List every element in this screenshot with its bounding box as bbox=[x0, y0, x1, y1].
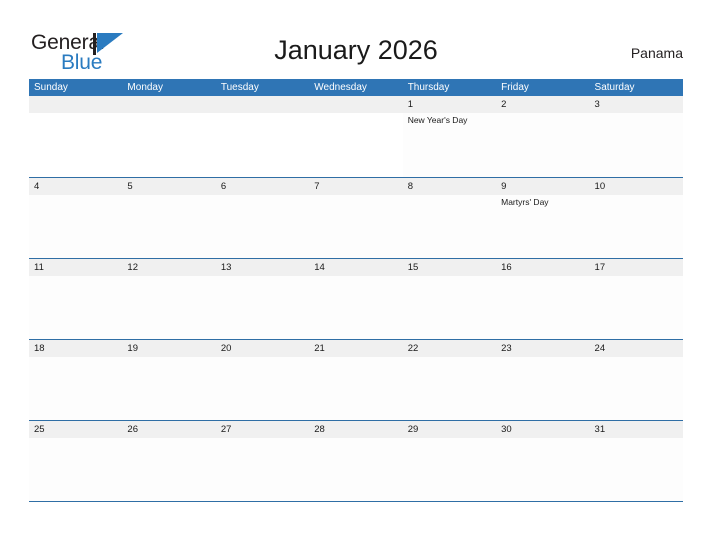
day-cell-16[interactable]: 16 bbox=[496, 259, 590, 339]
day-cell-29[interactable]: 29 bbox=[402, 421, 497, 501]
page-header: General Blue January 2026 Panama bbox=[0, 0, 712, 78]
weekday-header-friday: Friday bbox=[501, 82, 529, 93]
day-cell-30[interactable]: 30 bbox=[496, 421, 590, 501]
day-number: 14 bbox=[314, 262, 325, 273]
weekday-header-saturday: Saturday bbox=[594, 82, 635, 93]
day-number: 12 bbox=[127, 262, 138, 273]
day-cell-2[interactable]: 2 bbox=[496, 96, 590, 177]
day-cell-18[interactable]: 18 bbox=[29, 340, 123, 420]
day-number: 9 bbox=[501, 181, 507, 192]
day-number: 29 bbox=[407, 424, 419, 435]
day-number: 28 bbox=[314, 424, 325, 435]
day-cell-19[interactable]: 19 bbox=[122, 340, 216, 420]
day-cell-23[interactable]: 23 bbox=[496, 340, 590, 420]
day-cell-3[interactable]: 3 bbox=[589, 96, 683, 177]
calendar-page: General Blue January 2026 Panama Sunday M… bbox=[0, 0, 712, 550]
day-events: New Year's Day bbox=[408, 114, 494, 126]
day-number: 13 bbox=[220, 262, 232, 273]
day-number: 15 bbox=[407, 262, 419, 273]
day-number: 31 bbox=[594, 424, 606, 435]
calendar-week-row: 1 New Year's Day 2 3 bbox=[29, 96, 683, 177]
calendar-body: 1 New Year's Day 2 3 4 5 6 7 8 9 Martyrs' Day 10 11 1… bbox=[29, 96, 683, 501]
day-cell-9[interactable]: 9 Martyrs' Day bbox=[496, 178, 590, 258]
day-number: 3 bbox=[594, 99, 600, 110]
day-number: 24 bbox=[594, 343, 606, 354]
day-number: 21 bbox=[314, 343, 325, 354]
day-cell-12[interactable]: 12 bbox=[122, 259, 216, 339]
calendar-week-row: 18 19 20 21 22 23 24 bbox=[29, 339, 683, 420]
day-cell-31[interactable]: 31 bbox=[589, 421, 683, 501]
day-number: 30 bbox=[501, 424, 512, 435]
day-cell-22[interactable]: 22 bbox=[402, 340, 497, 420]
day-number: 25 bbox=[34, 424, 45, 435]
day-cell-24[interactable]: 24 bbox=[589, 340, 683, 420]
day-number: 7 bbox=[314, 181, 320, 192]
day-cell-empty bbox=[309, 96, 403, 177]
day-number: 22 bbox=[407, 343, 419, 354]
day-number: 11 bbox=[34, 262, 44, 273]
day-cell-17[interactable]: 17 bbox=[589, 259, 683, 339]
day-cell-1[interactable]: 1 New Year's Day bbox=[402, 96, 497, 177]
weekday-header-monday: Monday bbox=[127, 82, 163, 93]
day-cell-4[interactable]: 4 bbox=[29, 178, 123, 258]
page-title: January 2026 bbox=[274, 35, 438, 65]
weekday-header-row: Sunday Monday Tuesday Wednesday Thursday Frid… bbox=[29, 79, 683, 96]
event-label: Martyrs' Day bbox=[501, 197, 549, 207]
day-number: 23 bbox=[501, 343, 512, 354]
day-cell-21[interactable]: 21 bbox=[309, 340, 403, 420]
calendar-week-row: 11 12 13 14 15 16 17 bbox=[29, 258, 683, 339]
weekday-header-thursday: Thursday bbox=[407, 82, 450, 93]
weekday-header-tuesday: Tuesday bbox=[220, 82, 259, 93]
calendar-week-row: 25 26 27 28 29 30 31 bbox=[29, 420, 683, 501]
day-cell-14[interactable]: 14 bbox=[309, 259, 403, 339]
day-number: 17 bbox=[594, 262, 606, 273]
event-label: New Year's Day bbox=[407, 115, 468, 125]
day-number: 10 bbox=[594, 181, 606, 192]
day-number: 2 bbox=[501, 99, 507, 110]
day-cell-empty bbox=[215, 96, 310, 177]
weekday-header-wednesday: Wednesday bbox=[314, 82, 367, 93]
day-number: 8 bbox=[407, 181, 413, 192]
day-events: Martyrs' Day bbox=[501, 196, 587, 208]
country-label: Panama bbox=[630, 45, 683, 61]
day-cell-empty bbox=[122, 96, 216, 177]
day-cell-27[interactable]: 27 bbox=[215, 421, 310, 501]
day-cell-11[interactable]: 11 bbox=[29, 259, 123, 339]
day-cell-empty bbox=[29, 96, 123, 177]
day-number: 1 bbox=[407, 99, 413, 110]
day-number: 27 bbox=[220, 424, 232, 435]
day-number: 5 bbox=[127, 181, 133, 192]
day-cell-15[interactable]: 15 bbox=[402, 259, 497, 339]
day-cell-10[interactable]: 10 bbox=[589, 178, 683, 258]
day-cell-7[interactable]: 7 bbox=[309, 178, 403, 258]
day-cell-28[interactable]: 28 bbox=[309, 421, 403, 501]
day-cell-20[interactable]: 20 bbox=[215, 340, 310, 420]
day-number: 4 bbox=[34, 181, 40, 192]
day-number: 6 bbox=[220, 181, 227, 192]
day-cell-25[interactable]: 25 bbox=[29, 421, 123, 501]
calendar-week-row: 4 5 6 7 8 9 Martyrs' Day 10 bbox=[29, 177, 683, 258]
day-number: 19 bbox=[127, 343, 138, 354]
day-cell-8[interactable]: 8 bbox=[402, 178, 497, 258]
day-cell-5[interactable]: 5 bbox=[122, 178, 216, 258]
calendar-grid: Sunday Monday Tuesday Wednesday Thursday Frid… bbox=[29, 79, 683, 502]
weekday-header-sunday: Sunday bbox=[34, 82, 68, 93]
day-number: 16 bbox=[501, 262, 512, 273]
day-number: 20 bbox=[220, 343, 232, 354]
day-cell-13[interactable]: 13 bbox=[215, 259, 310, 339]
day-cell-26[interactable]: 26 bbox=[122, 421, 216, 501]
day-number: 26 bbox=[127, 424, 138, 435]
day-cell-6[interactable]: 6 bbox=[215, 178, 310, 258]
day-number: 18 bbox=[34, 343, 45, 354]
calendar-bottom-border bbox=[29, 501, 683, 502]
